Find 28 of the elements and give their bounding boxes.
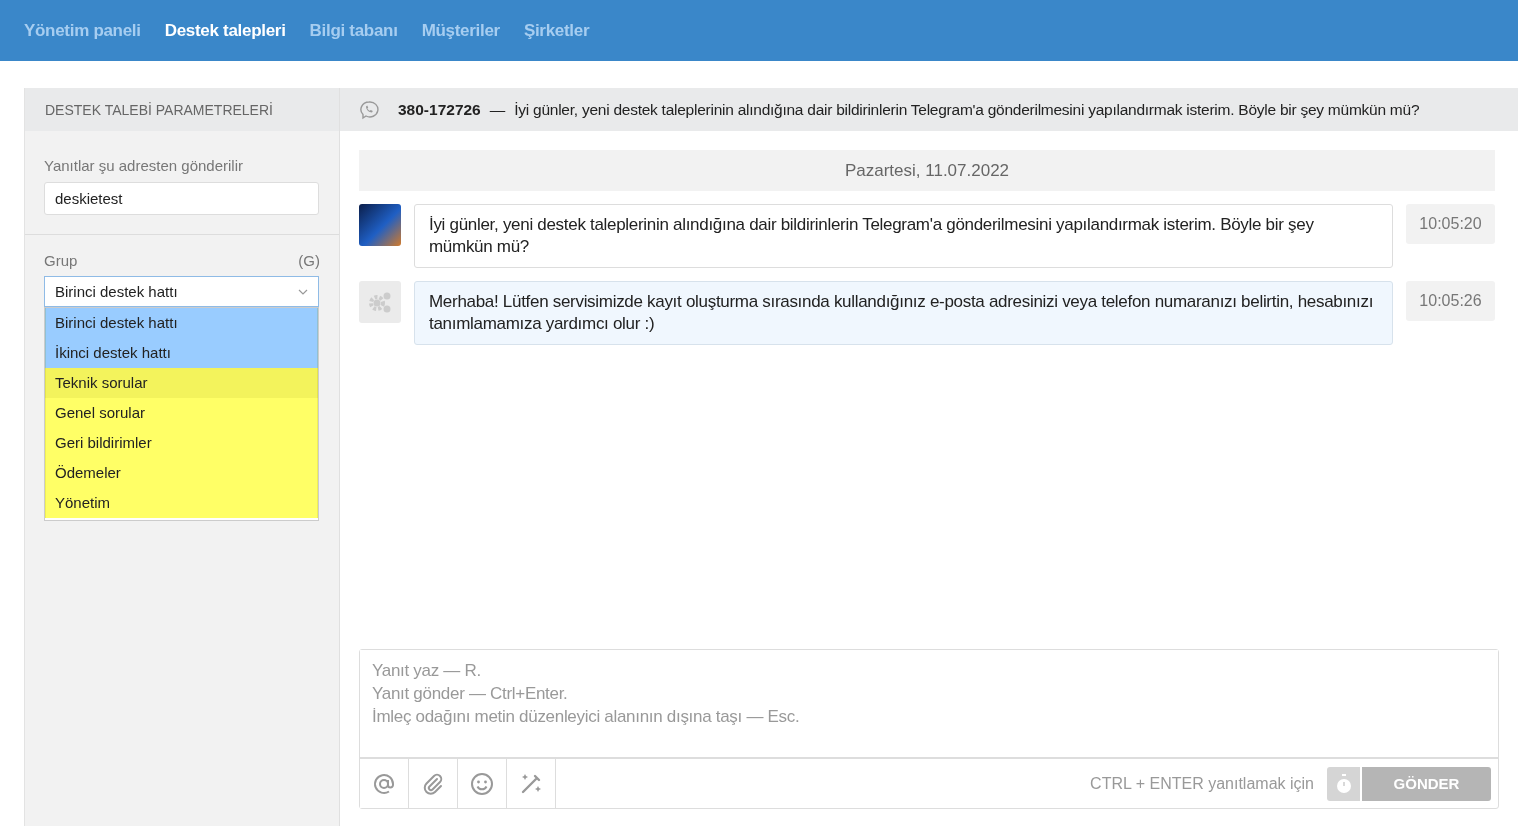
dropdown-option[interactable]: Geri bildirimler bbox=[45, 428, 318, 458]
dropdown-option[interactable]: Ödemeler bbox=[45, 458, 318, 488]
message-bubble: Merhaba! Lütfen servisimizde kayıt oluşturma sırasında kullandığınız e-posta adresinizi veya telefon numaranızı belirtin, hesabınızı tanımlamamıza yardımcı olur :) bbox=[414, 281, 1393, 345]
message-time: 10:05:26 bbox=[1406, 281, 1495, 321]
chevron-down-icon bbox=[298, 288, 308, 295]
message-time: 10:05:20 bbox=[1406, 204, 1495, 244]
ticket-subject: İyi günler, yeni destek taleplerinin alındığına dair bildirinlerin Telegram'a gönderilmesini yapılandırmak isterim. Böyle bir şey mümkün mü? bbox=[514, 100, 1420, 119]
group-select[interactable]: Birinci destek hattı bbox=[44, 276, 319, 307]
message-bubble: İyi günler, yeni destek taleplerinin alındığına dair bildirinlerin Telegram'a gönderilmesini yapılandırmak isterim. Böyle bir şey mümkün mü? bbox=[414, 204, 1393, 268]
ticket-number: 380-172726 bbox=[398, 100, 481, 119]
sidebar-title: DESTEK TALEBİ PARAMETRELERİ bbox=[45, 101, 273, 118]
nav-link[interactable]: Destek talepleri bbox=[152, 20, 298, 41]
dropdown-option[interactable]: Yönetim bbox=[45, 488, 318, 518]
shortcut-hint: CTRL + ENTER yanıtlamak için bbox=[1090, 774, 1314, 793]
dropdown-option[interactable]: Birinci destek hattı bbox=[45, 308, 318, 338]
stopwatch-icon[interactable] bbox=[1327, 766, 1360, 801]
dropdown-option[interactable]: İkinci destek hattı bbox=[45, 338, 318, 368]
separator-dash: — bbox=[489, 100, 506, 119]
mention-icon[interactable] bbox=[360, 759, 409, 808]
reply-from-field[interactable]: deskietest bbox=[44, 182, 319, 215]
date-label: Pazartesi, 11.07.2022 bbox=[844, 160, 1010, 181]
shortcut-hint: (G) bbox=[298, 252, 320, 269]
field-label: Grup bbox=[44, 252, 78, 269]
phone-chat-icon bbox=[359, 99, 379, 120]
dropdown-option[interactable]: Genel sorular bbox=[45, 398, 318, 428]
reply-text-field[interactable]: Yanıt yaz — R. Yanıt gönder — Ctrl+Enter. İmleç odağını metin düzenleyici alanının dışına taşı — Esc. bbox=[360, 650, 1498, 759]
dropdown-option[interactable]: Teknik sorular bbox=[45, 368, 318, 398]
field-label: Yanıtlar şu adresten gönderilir bbox=[44, 157, 244, 174]
